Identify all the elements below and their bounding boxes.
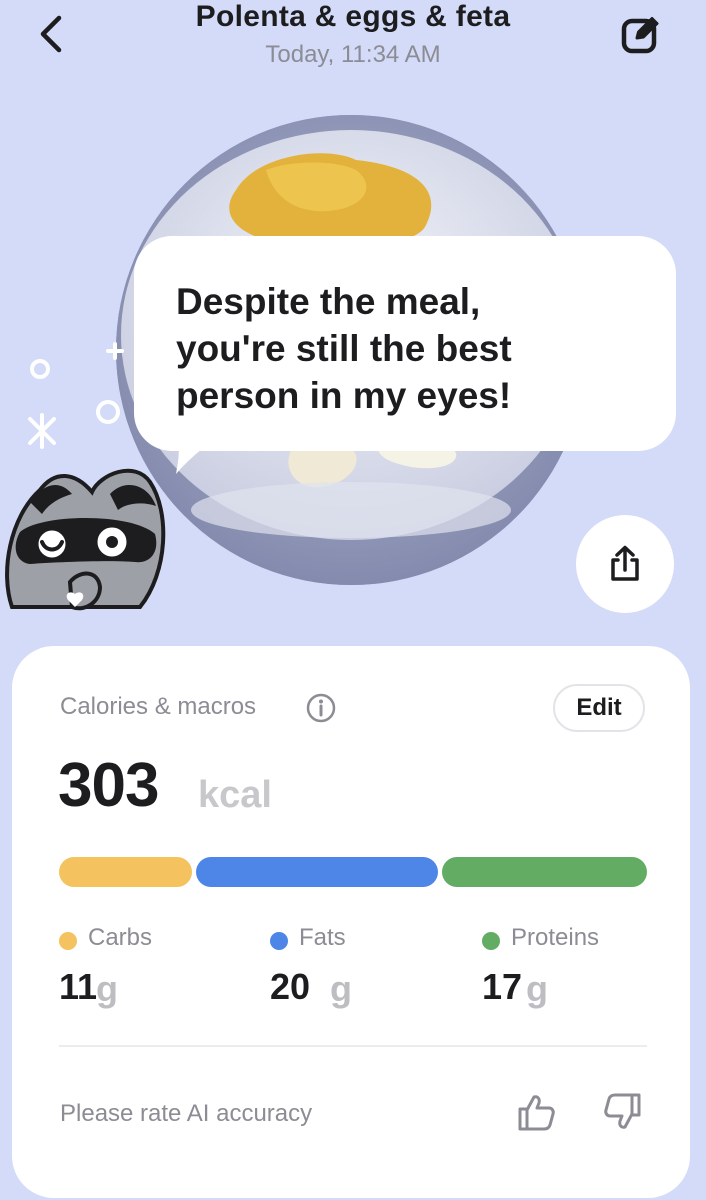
calories-macros-label: Calories & macros bbox=[60, 693, 257, 720]
speech-bubble: Despite the meal, you're still the best … bbox=[134, 236, 676, 451]
speech-bubble-tail bbox=[176, 440, 214, 474]
edit-button[interactable]: Edit bbox=[553, 684, 645, 732]
carbs-label: Carbs bbox=[88, 924, 153, 951]
info-icon[interactable] bbox=[306, 693, 336, 723]
rate-accuracy-label: Please rate AI accuracy bbox=[60, 1100, 313, 1127]
pencil-square-icon bbox=[621, 17, 659, 54]
macro-bar-fats bbox=[196, 857, 438, 887]
thumbs-up-icon[interactable] bbox=[516, 1092, 556, 1132]
calories-unit: kcal bbox=[198, 774, 272, 816]
macro-bar-carbs bbox=[59, 857, 192, 887]
proteins-label: Proteins bbox=[511, 924, 600, 951]
raccoon-mascot bbox=[5, 468, 166, 611]
speech-line-3: person in my eyes! bbox=[176, 375, 512, 416]
share-button[interactable] bbox=[576, 515, 674, 613]
share-icon bbox=[611, 545, 639, 581]
thumbs-down-icon[interactable] bbox=[603, 1092, 643, 1132]
macro-bar-proteins bbox=[442, 857, 647, 887]
speech-line-2: you're still the best bbox=[176, 328, 512, 369]
page-title: Polenta & eggs & feta bbox=[195, 0, 511, 33]
carbs-value: 11 bbox=[59, 966, 98, 1007]
fats-unit: g bbox=[330, 968, 352, 1009]
nutrition-card: Calories & macros Edit 303 kcal Carbs 11… bbox=[12, 646, 690, 1198]
fats-value: 20 bbox=[270, 966, 311, 1007]
proteins-dot bbox=[482, 932, 500, 950]
fats-dot bbox=[270, 932, 288, 950]
proteins-value: 17 bbox=[482, 966, 523, 1007]
divider bbox=[59, 1045, 647, 1047]
speech-bubble-text: Despite the meal, you're still the best … bbox=[176, 278, 646, 419]
carbs-unit: g bbox=[96, 968, 118, 1009]
header: Polenta & eggs & feta Today, 11:34 AM bbox=[0, 0, 706, 80]
speech-line-1: Despite the meal, bbox=[176, 281, 481, 322]
page-subtitle-timestamp: Today, 11:34 AM bbox=[265, 41, 441, 68]
calories-value: 303 bbox=[58, 751, 159, 820]
sparkle-decoration bbox=[28, 342, 124, 449]
proteins-unit: g bbox=[526, 968, 548, 1009]
fats-label: Fats bbox=[299, 924, 346, 951]
edit-meal-button[interactable] bbox=[617, 10, 665, 58]
carbs-dot bbox=[59, 932, 77, 950]
